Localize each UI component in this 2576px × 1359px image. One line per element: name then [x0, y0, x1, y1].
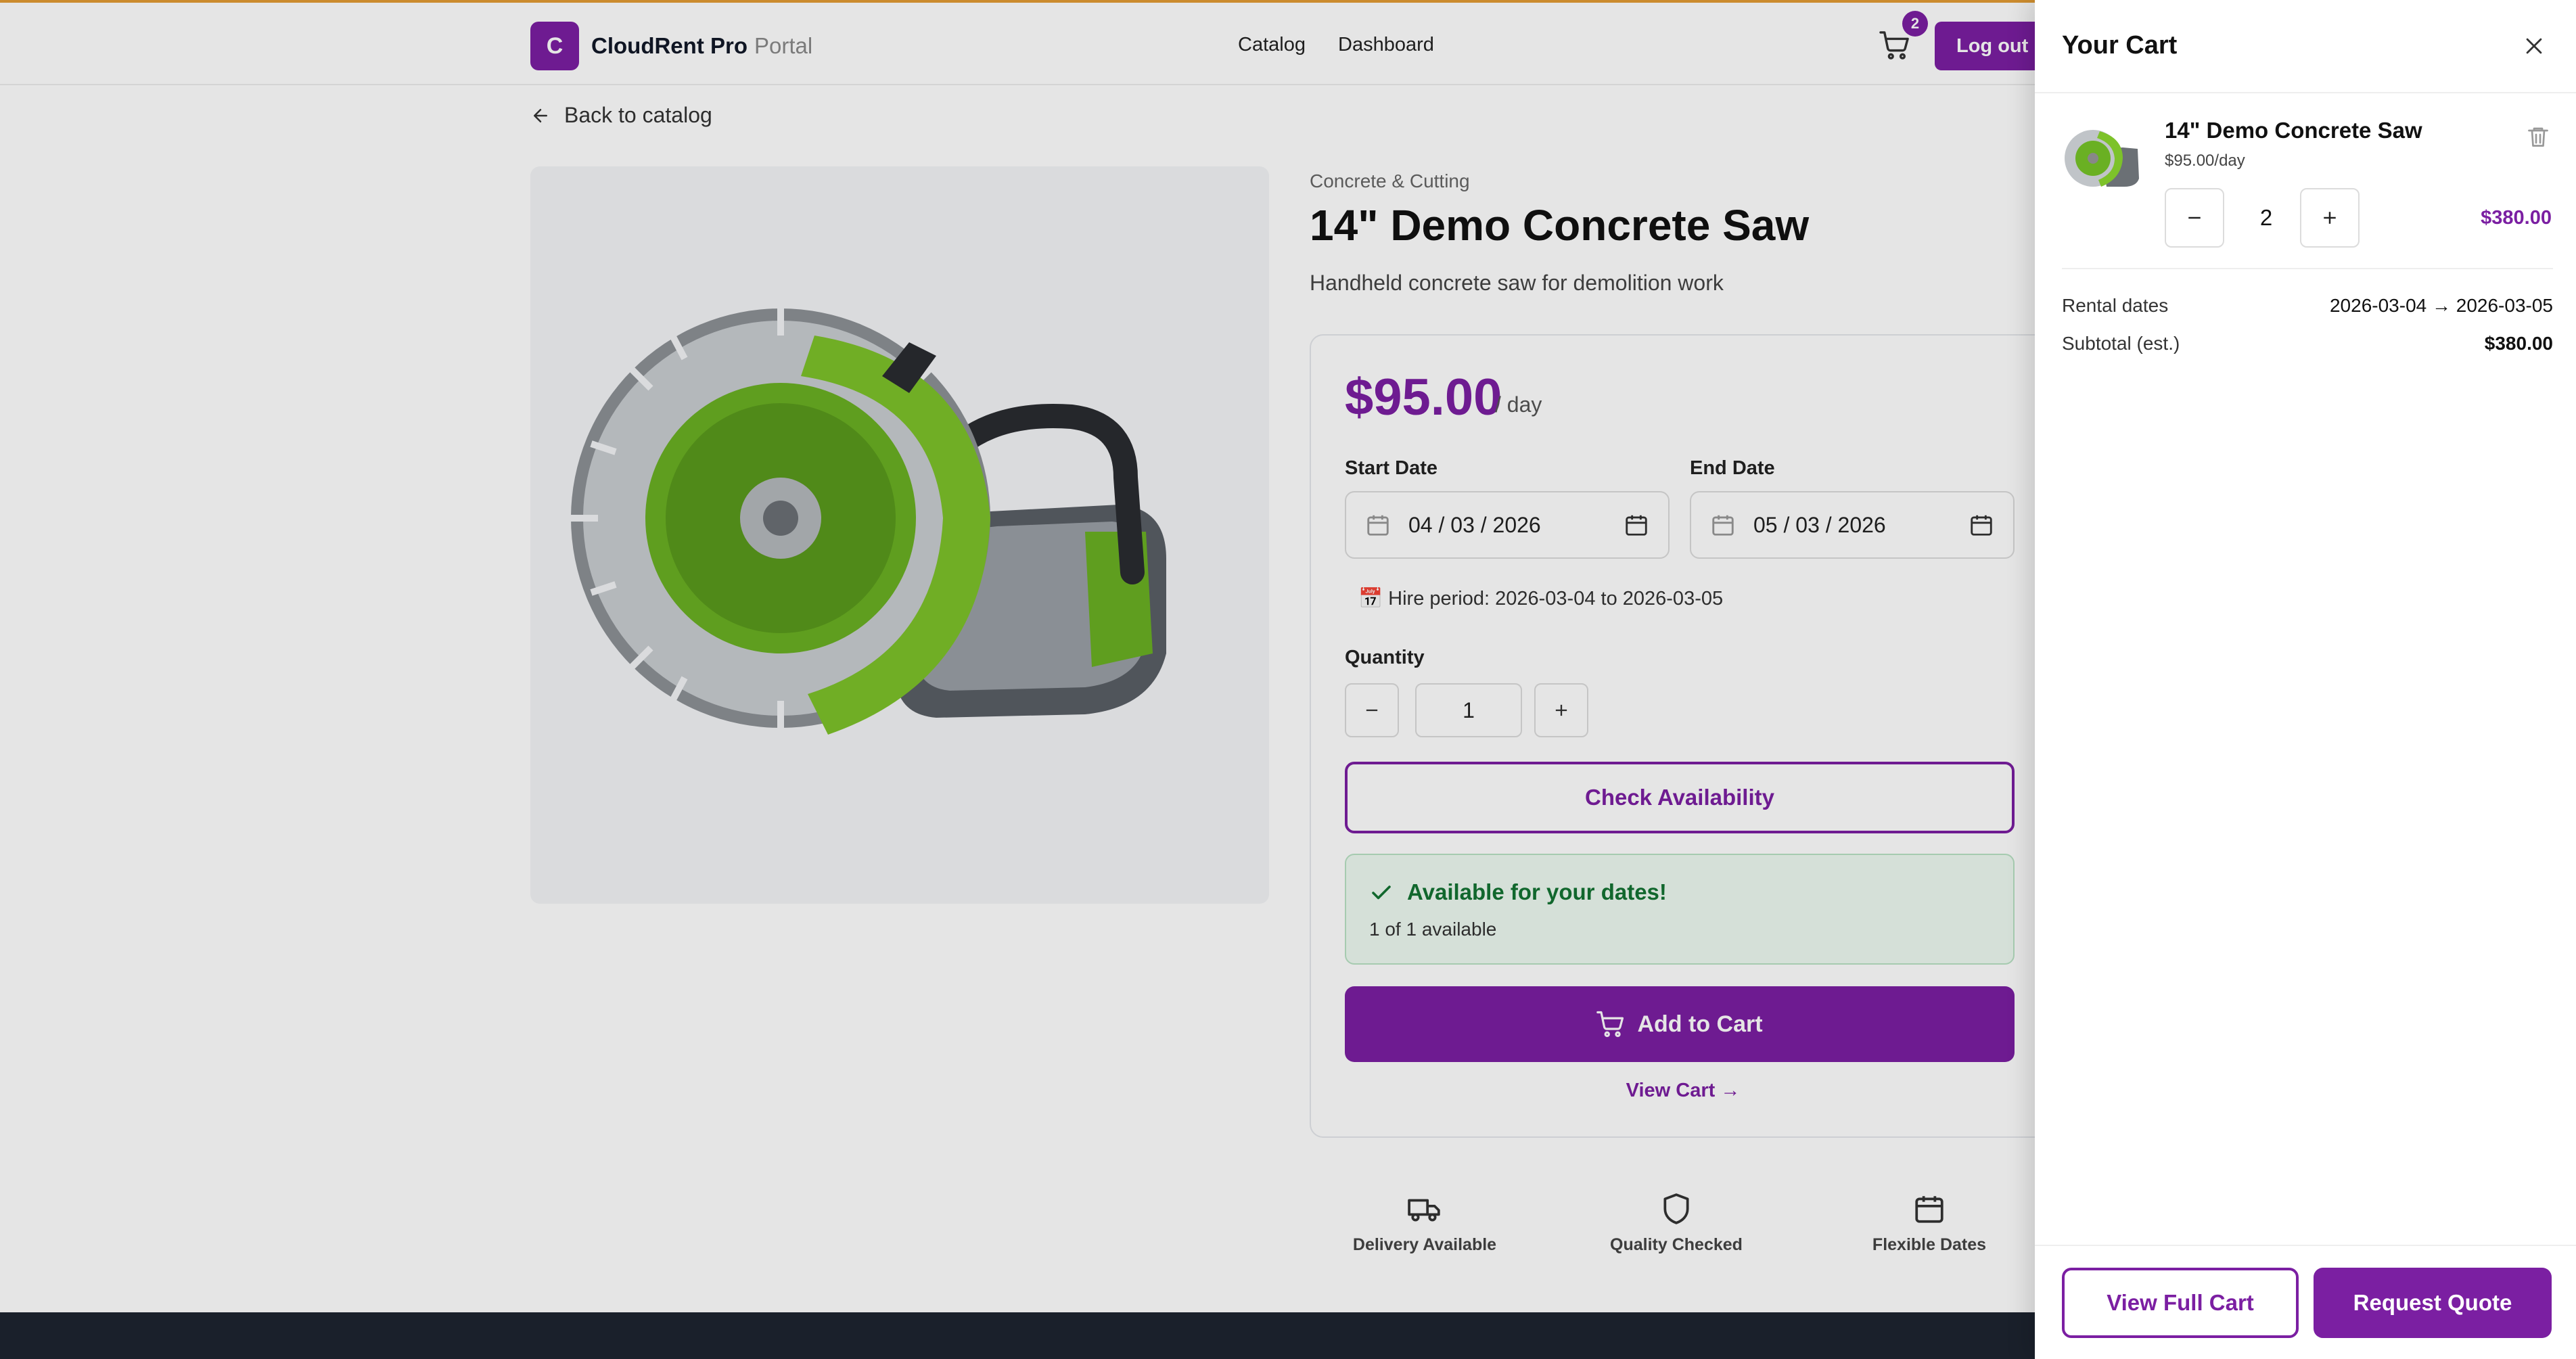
plus-icon [2324, 212, 2336, 224]
subtotal-row: Subtotal (est.) $380.00 [2062, 333, 2553, 354]
cart-divider [2062, 268, 2553, 269]
cart-item-rate: $95.00/day [2165, 152, 2245, 170]
rental-dates-value: 2026-03-04 → 2026-03-05 [2329, 295, 2553, 316]
cart-drawer-footer: View Full Cart Request Quote [2035, 1245, 2576, 1359]
view-full-cart-button[interactable]: View Full Cart [2062, 1268, 2299, 1338]
cart-item-increase-button[interactable] [2300, 188, 2360, 248]
cart-item-quantity: 2 [2259, 205, 2273, 230]
close-cart-button[interactable] [2516, 28, 2552, 64]
cart-drawer-header: Your Cart [2035, 0, 2576, 93]
rental-dates-label: Rental dates [2062, 295, 2169, 316]
subtotal-value: $380.00 [2484, 333, 2553, 354]
request-quote-button[interactable]: Request Quote [2314, 1268, 2552, 1338]
cart-item-name: 14" Demo Concrete Saw [2165, 118, 2422, 143]
cart-item-thumbnail [2065, 130, 2139, 187]
cart-title: Your Cart [2062, 31, 2178, 60]
close-icon [2526, 38, 2542, 54]
rental-dates-row: Rental dates 2026-03-04 → 2026-03-05 [2062, 295, 2553, 317]
subtotal-label: Subtotal (est.) [2062, 333, 2180, 354]
cart-item-total: $380.00 [2481, 207, 2552, 229]
cart-item-decrease-button[interactable] [2165, 188, 2224, 248]
trash-icon[interactable] [2526, 124, 2550, 149]
minus-icon [2188, 216, 2201, 219]
cart-drawer: Your Cart 14" Demo Concrete Saw $95.00/d… [2035, 0, 2576, 1359]
